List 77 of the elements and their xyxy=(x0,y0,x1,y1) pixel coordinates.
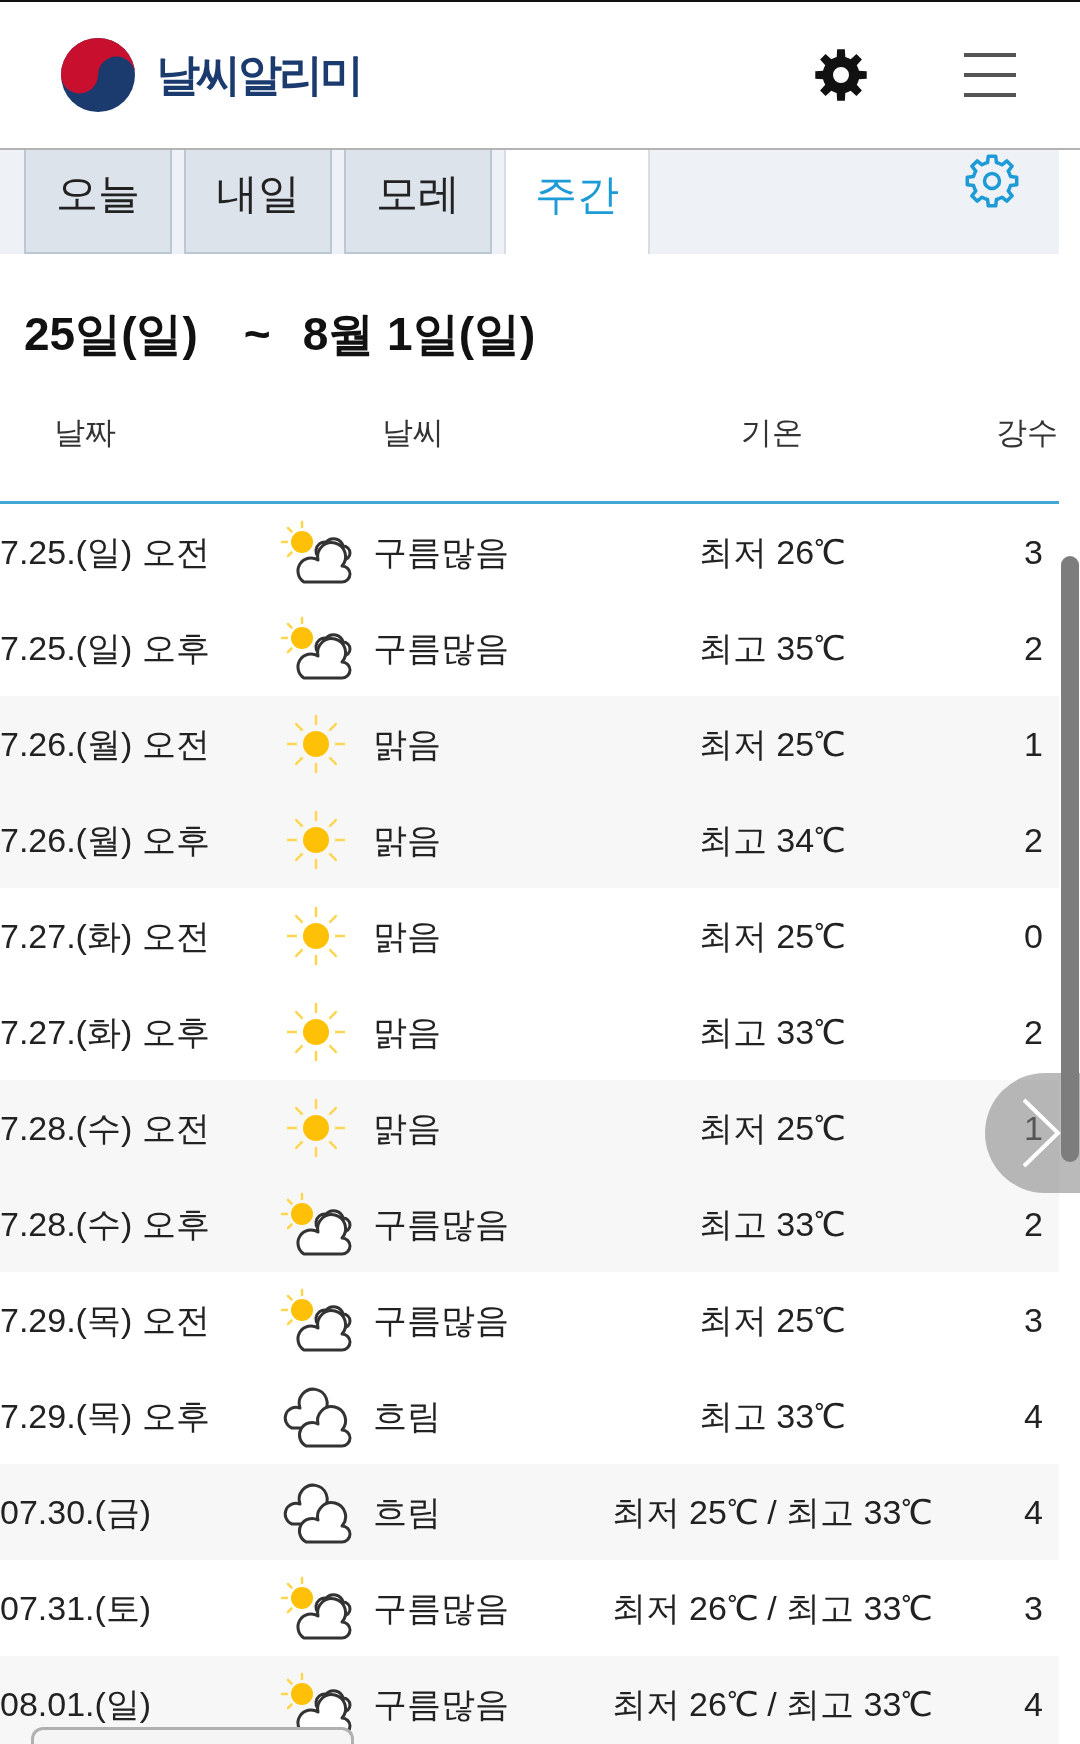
table-cell: 7.28.(수) 오전 xyxy=(0,1108,210,1148)
date-range-start: 25일(일) xyxy=(24,307,198,362)
table-cell: 구름많음 xyxy=(373,1588,509,1628)
table-cell: 구름많음 xyxy=(373,1684,509,1724)
table-cell: 7.27.(화) 오전 xyxy=(0,916,210,956)
table-cell: 7.28.(수) 오후 xyxy=(0,1204,210,1244)
table-cell: 2 xyxy=(1024,820,1043,860)
table-cell: 구름많음 xyxy=(373,1300,509,1340)
logo-icon xyxy=(60,37,136,113)
table-cell: 최저 25℃ xyxy=(698,1108,846,1148)
menu-icon[interactable] xyxy=(964,53,1016,97)
table-cell: 4 xyxy=(1024,1684,1043,1724)
table-cell: 최저 25℃ xyxy=(698,916,846,956)
table-cell: 최저 26℃ / 최고 33℃ xyxy=(611,1588,933,1628)
table-cell: 2 xyxy=(1024,1012,1043,1052)
table-cell: 3 xyxy=(1024,532,1043,572)
table-cell: 0 xyxy=(1024,916,1043,956)
table-cell: 08.01.(일) xyxy=(0,1684,152,1724)
table-cell: 최저 26℃ / 최고 33℃ xyxy=(611,1684,933,1724)
table-cell: 07.31.(토) xyxy=(0,1588,152,1628)
table-cell: 맑음 xyxy=(373,724,441,764)
table-cell: 최고 33℃ xyxy=(698,1204,846,1244)
tab[interactable]: 오늘 xyxy=(24,150,172,254)
table-cell: 구름많음 xyxy=(373,1204,509,1244)
sun-behind-clouds-icon xyxy=(280,520,352,584)
tab[interactable]: 모레 xyxy=(344,150,492,254)
table-cell: 7.25.(일) 오전 xyxy=(0,532,210,572)
table-cell: 최저 25℃ xyxy=(698,1300,846,1340)
sun-behind-clouds-icon xyxy=(280,616,352,680)
table-cell: 최저 26℃ xyxy=(698,532,846,572)
sun-icon xyxy=(285,809,347,871)
table-cell: 7.27.(화) 오후 xyxy=(0,1012,210,1052)
sun-behind-clouds-icon xyxy=(280,1192,352,1256)
table-cell: 7.26.(월) 오후 xyxy=(0,820,210,860)
table-cell: 최고 33℃ xyxy=(698,1012,846,1052)
table-cell: 최저 25℃ / 최고 33℃ xyxy=(611,1492,933,1532)
range-separator: ~ xyxy=(243,307,271,362)
sun-behind-clouds-icon xyxy=(280,1576,352,1640)
column-header: 날씨 xyxy=(382,413,444,452)
sun-icon xyxy=(285,1001,347,1063)
table-cell: 2 xyxy=(1024,628,1043,668)
scrollbar-thumb[interactable] xyxy=(1061,556,1079,1162)
table-cell: 4 xyxy=(1024,1492,1043,1532)
table-cell: 최저 25℃ xyxy=(698,724,846,764)
table-cell: 07.30.(금) xyxy=(0,1492,152,1532)
table-cell: 최고 34℃ xyxy=(698,820,846,860)
table-cell: 3 xyxy=(1024,1300,1043,1340)
date-range-end: 8월 1일(일) xyxy=(302,307,536,362)
tab[interactable]: 내일 xyxy=(184,150,332,254)
sun-behind-clouds-icon xyxy=(280,1288,352,1352)
column-header: 날짜 xyxy=(54,413,116,452)
sun-icon xyxy=(285,1097,347,1159)
sun-icon xyxy=(285,905,347,967)
table-cell: 4 xyxy=(1024,1396,1043,1436)
table-cell: 7.26.(월) 오전 xyxy=(0,724,210,764)
table-cell: 구름많음 xyxy=(373,628,509,668)
sun-icon xyxy=(285,713,347,775)
table-cell: 흐림 xyxy=(373,1492,441,1532)
table-cell: 1 xyxy=(1024,724,1043,764)
table-cell: 최고 33℃ xyxy=(698,1396,846,1436)
table-cell: 1 xyxy=(1024,1108,1043,1148)
table-cell: 7.29.(목) 오후 xyxy=(0,1396,210,1436)
table-cell: 7.25.(일) 오후 xyxy=(0,628,210,668)
app-title: 날씨알리미 xyxy=(156,49,361,101)
table-cell: 맑음 xyxy=(373,1012,441,1052)
table-cell: 맑음 xyxy=(373,916,441,956)
table-cell: 3 xyxy=(1024,1588,1043,1628)
column-header: 강수 xyxy=(996,413,1058,452)
table-cell: 2 xyxy=(1024,1204,1043,1244)
table-cell: 최고 35℃ xyxy=(698,628,846,668)
table-cell: 7.29.(목) 오전 xyxy=(0,1300,210,1340)
table-cell: 구름많음 xyxy=(373,532,509,572)
table-cell: 흐림 xyxy=(373,1396,441,1436)
table-cell: 맑음 xyxy=(373,820,441,860)
column-header: 기온 xyxy=(741,413,803,452)
table-cell: 맑음 xyxy=(373,1108,441,1148)
settings-icon[interactable] xyxy=(815,49,867,101)
